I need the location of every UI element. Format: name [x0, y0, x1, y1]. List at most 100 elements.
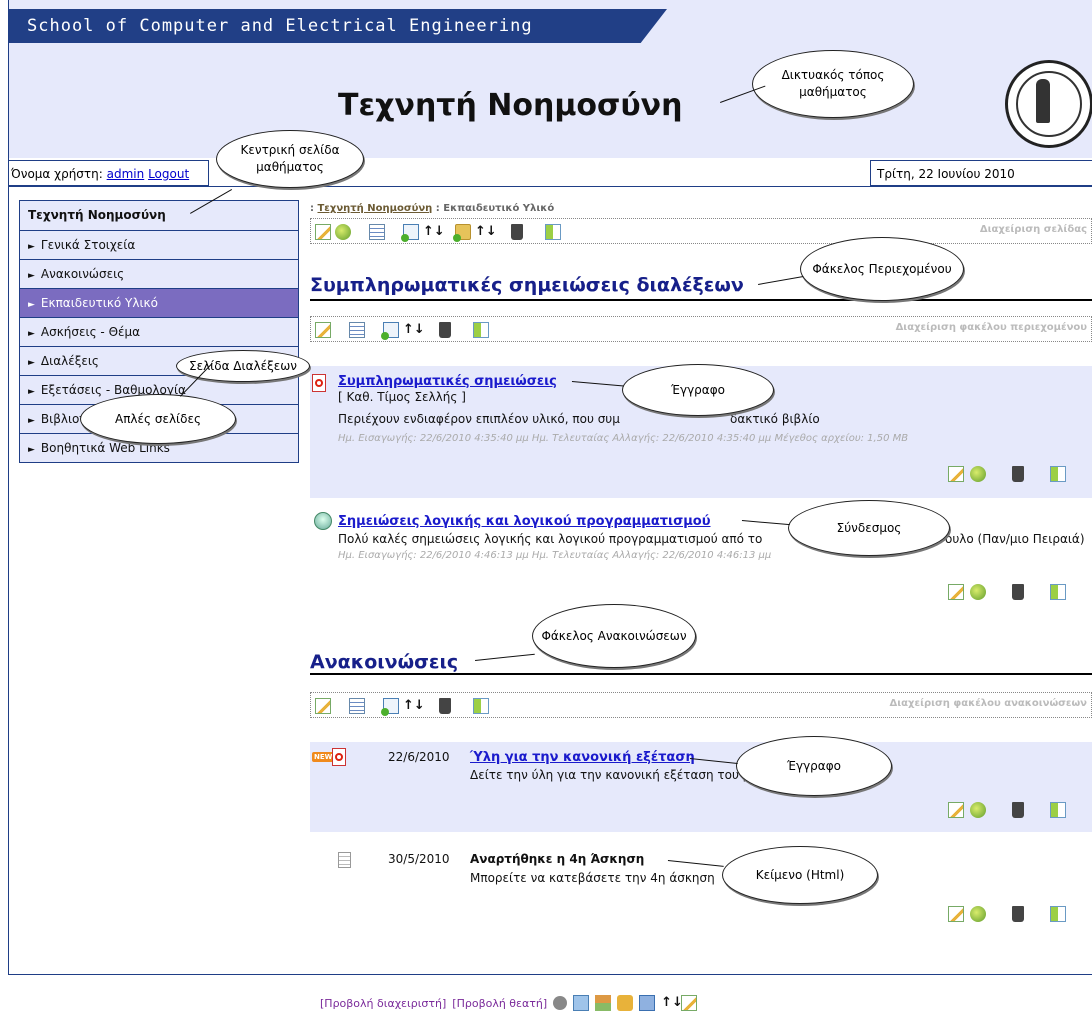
sort-order-icon[interactable]: ↑↓: [403, 698, 425, 714]
new-folder-icon[interactable]: [453, 224, 471, 242]
copy-icon[interactable]: [1050, 584, 1066, 600]
sidebar-item-label: Τεχνητή Νοημοσύνη: [28, 208, 166, 222]
pdf-icon: [332, 748, 346, 766]
delete-icon[interactable]: [1012, 802, 1024, 818]
sidebar-item-announcements[interactable]: ► Ανακοινώσεις: [20, 259, 298, 288]
delete-icon[interactable]: [439, 698, 451, 714]
callout-simple-pages: Απλές σελίδες: [80, 394, 236, 444]
edit-icon[interactable]: [948, 466, 964, 482]
pdf-icon: [312, 374, 326, 392]
link-description: Πολύ καλές σημειώσεις λογικής και λογικο…: [338, 532, 763, 546]
package-icon[interactable]: [617, 995, 634, 1011]
edit-icon[interactable]: [315, 698, 331, 714]
list-view-icon[interactable]: [369, 224, 385, 240]
page-toolbar: ↑↓ ↑↓ Διαχείριση σελίδας: [310, 218, 1092, 244]
announcement-title-link[interactable]: Ύλη για την κανονική εξέταση: [470, 750, 695, 765]
document-author: [ Καθ. Τίμος Σελλής ]: [338, 390, 466, 404]
sort-order-icon[interactable]: ↑↓: [661, 995, 683, 1011]
sidebar-item-general-info[interactable]: ► Γενικά Στοιχεία: [20, 230, 298, 259]
link-description-tail: ουλο (Παν/μιο Πειραιά): [945, 532, 1085, 546]
admin-view-link[interactable]: [Προβολή διαχειριστή]: [320, 997, 446, 1010]
sidebar-item-label: Εκπαιδευτικό Υλικό: [40, 296, 158, 310]
copy-icon[interactable]: [1050, 802, 1066, 818]
logout-link[interactable]: Logout: [148, 167, 189, 181]
list-view-icon[interactable]: [349, 322, 365, 338]
properties-icon[interactable]: [970, 906, 986, 922]
school-banner: School of Computer and Electrical Engine…: [9, 9, 667, 43]
sidebar-item-label: Ανακοινώσεις: [40, 267, 125, 281]
sort-order-icon[interactable]: ↑↓: [423, 224, 445, 240]
announcement-description: Μπορείτε να κατεβάσετε την 4η άσκηση: [470, 871, 715, 885]
image-icon[interactable]: [573, 995, 590, 1011]
settings-icon[interactable]: [553, 996, 568, 1010]
announcement-description: Δείτε την ύλη για την κανονική εξέταση τ…: [470, 768, 751, 782]
link-title[interactable]: Σημειώσεις λογικής και λογικού προγραμμα…: [338, 514, 711, 529]
home-icon[interactable]: [595, 995, 612, 1011]
edit-icon[interactable]: [315, 224, 331, 240]
list-view-icon[interactable]: [349, 698, 365, 714]
user-info: Όνομα χρήστη: admin Logout: [9, 160, 209, 186]
edit-icon[interactable]: [948, 584, 964, 600]
properties-icon[interactable]: [970, 466, 986, 482]
sidebar-item-exercises[interactable]: ► Ασκήσεις - Θέμα: [20, 317, 298, 346]
callout-lectures-page: Σελίδα Διαλέξεων: [176, 350, 310, 382]
breadcrumb-course-link[interactable]: Τεχνητή Νοημοσύνη: [317, 203, 432, 214]
edit-icon[interactable]: [948, 906, 964, 922]
announcement-title: Αναρτήθηκε η 4η Άσκηση: [470, 852, 645, 866]
properties-icon[interactable]: [970, 584, 986, 600]
table-icon[interactable]: [639, 995, 656, 1011]
copy-icon[interactable]: [545, 224, 561, 240]
sidebar-item-educational-material[interactable]: ► Εκπαιδευτικό Υλικό: [20, 288, 298, 317]
section-divider: [310, 299, 1092, 301]
edit-icon[interactable]: [948, 802, 964, 818]
username-label: Όνομα χρήστη:: [11, 167, 103, 181]
link-icon: [314, 512, 332, 530]
callout-document-2: Έγγραφο: [736, 736, 892, 796]
delete-icon[interactable]: [439, 322, 451, 338]
arrow-right-icon: ►: [28, 358, 35, 368]
text-document-icon: [338, 852, 351, 868]
folder-toolbar: ↑↓ Διαχείριση φακέλου περιεχομένου: [310, 316, 1092, 342]
delete-icon[interactable]: [1012, 906, 1024, 922]
arrow-right-icon: ►: [28, 416, 35, 426]
viewer-view-link[interactable]: [Προβολή θεατή]: [452, 997, 547, 1010]
folder-toolbar-label: Διαχείριση φακέλου περιεχομένου: [895, 322, 1087, 333]
edit-icon[interactable]: [315, 322, 331, 338]
announcements-folder-title: Ανακοινώσεις: [310, 651, 459, 673]
header-divider: [9, 186, 1092, 187]
announcement-date: 30/5/2010: [388, 852, 450, 866]
sidebar-item-label: Ασκήσεις - Θέμα: [40, 325, 141, 339]
delete-icon[interactable]: [511, 224, 523, 240]
sort-order-icon[interactable]: ↑↓: [403, 322, 425, 338]
section-divider: [310, 673, 1092, 675]
callout-announce-folder: Φάκελος Ανακοινώσεων: [532, 604, 696, 668]
edit-icon[interactable]: [681, 995, 698, 1011]
document-title-link[interactable]: Συμπληρωματικές σημειώσεις: [338, 374, 557, 389]
current-date: Τρίτη, 22 Ιουνίου 2010: [870, 160, 1092, 186]
callout-html-text: Κείμενο (Html): [722, 846, 878, 904]
delete-icon[interactable]: [1012, 584, 1024, 600]
new-item-icon[interactable]: [381, 698, 399, 716]
copy-icon[interactable]: [1050, 906, 1066, 922]
arrow-right-icon: ►: [28, 300, 35, 310]
document-description-tail: δακτικό βιβλίο: [730, 412, 820, 426]
callout-content-folder: Φάκελος Περιεχομένου: [800, 237, 964, 301]
copy-icon[interactable]: [473, 322, 489, 338]
document-meta: Ημ. Εισαγωγής: 22/6/2010 4:35:40 μμ Ημ. …: [338, 433, 909, 444]
copy-icon[interactable]: [473, 698, 489, 714]
sort-order-icon[interactable]: ↑↓: [475, 224, 497, 240]
username-link[interactable]: admin: [107, 167, 145, 181]
footer-toolbar: [Προβολή διαχειριστή] [Προβολή θεατή] ↑↓: [320, 995, 698, 1011]
copy-icon[interactable]: [1050, 466, 1066, 482]
sidebar-item-course-home[interactable]: Τεχνητή Νοημοσύνη: [20, 201, 298, 230]
new-page-icon[interactable]: [401, 224, 419, 242]
properties-icon[interactable]: [335, 224, 351, 240]
callout-home: Κεντρική σελίδα μαθήματος: [216, 130, 364, 188]
breadcrumb-separator: :: [435, 203, 440, 214]
arrow-right-icon: ►: [28, 445, 35, 455]
page-toolbar-label: Διαχείριση σελίδας: [979, 224, 1087, 235]
properties-icon[interactable]: [970, 802, 986, 818]
new-item-icon[interactable]: [381, 322, 399, 340]
delete-icon[interactable]: [1012, 466, 1024, 482]
link-meta: Ημ. Εισαγωγής: 22/6/2010 4:46:13 μμ Ημ. …: [338, 550, 772, 561]
